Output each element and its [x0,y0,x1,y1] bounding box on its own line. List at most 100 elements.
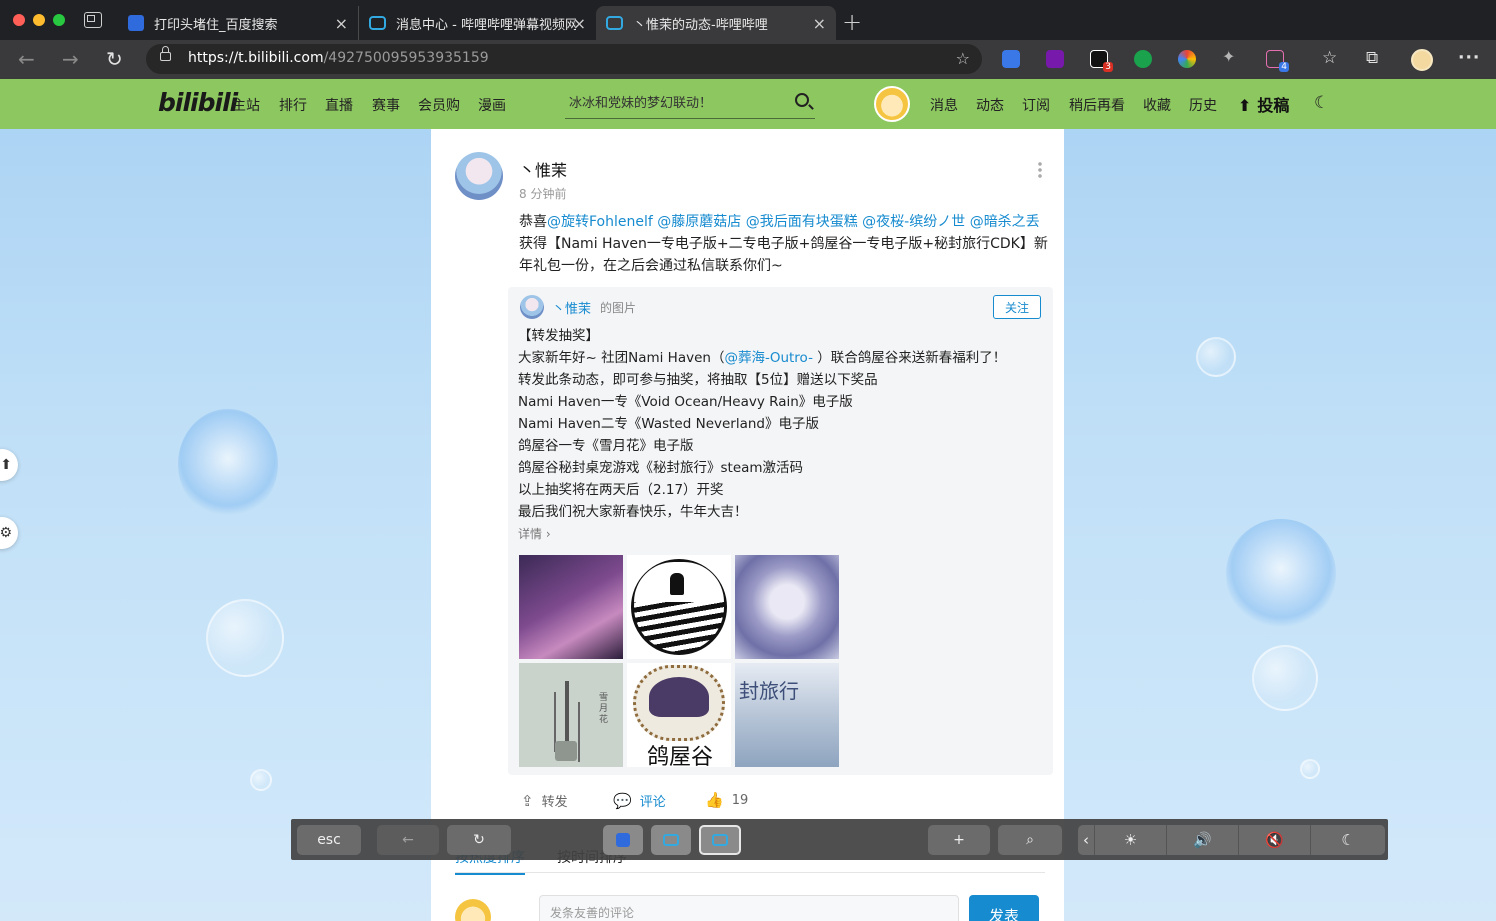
mention-link[interactable]: @藤原蘑菇店 [657,214,741,230]
nav-item-home[interactable]: 主站 [232,95,260,115]
tab-message-center[interactable]: 消息中心 - 哔哩哔哩弹幕视频网 × [358,6,596,40]
new-tab-button[interactable]: + [842,8,862,36]
mention-link[interactable]: @暗杀之丢 [970,214,1040,230]
back-key[interactable]: ← [377,825,439,855]
comment-button[interactable]: 💬 评论 [613,791,666,811]
color-extension-icon[interactable] [1178,50,1196,68]
image-thumbnail[interactable] [519,555,623,659]
send-comment-button[interactable]: 发表 [969,895,1039,921]
back-button[interactable]: ← [18,47,35,71]
collapse-strip-icon[interactable]: ‹ [1078,825,1094,855]
nav-item-favorites[interactable]: 收藏 [1143,95,1171,115]
search-key[interactable]: ⌕ [998,825,1062,855]
close-tab-icon[interactable]: × [813,14,826,33]
maximize-window-button[interactable] [53,14,65,26]
nav-item-esports[interactable]: 赛事 [372,95,400,115]
more-menu-icon[interactable]: ··· [1458,48,1480,68]
search-icon[interactable] [795,93,809,107]
add-favorite-icon[interactable]: ☆ [956,49,970,68]
repost-type-label: 的图片 [600,301,637,315]
image-thumbnail[interactable]: 鸽屋谷 [627,663,731,767]
dynamic-card: 丶惟茉 8 分钟前 恭喜@旋转Fohlenelf @藤原蘑菇店 @我后面有块蛋糕… [431,129,1064,921]
mascot-right-decoration [1226,519,1336,629]
touch-bar: esc ← ↻ + ⌕ ‹ ☀ 🔊 🔇 ☾ [291,819,1388,860]
nav-item-shop[interactable]: 会员购 [418,95,460,115]
address-bar[interactable]: https://t.bilibili.com/49275009595393515… [146,44,982,74]
mute-icon[interactable]: 🔇 [1238,825,1310,855]
author-name[interactable]: 丶惟茉 [519,157,567,181]
bubble-decoration [1300,759,1320,779]
reposted-content[interactable]: 丶惟茉 的图片 关注 【转发抽奖】 大家新年好~ 社团Nami Haven（@葬… [508,287,1053,775]
minimize-window-button[interactable] [33,14,45,26]
profile-avatar[interactable] [1411,49,1433,71]
reload-key[interactable]: ↻ [447,825,511,855]
nav-item-subscriptions[interactable]: 订阅 [1022,95,1050,115]
new-tab-key[interactable]: + [928,825,990,855]
close-tab-icon[interactable]: × [573,14,586,33]
repost-button[interactable]: ⇪ 转发 [521,791,568,811]
dark-mode-icon[interactable]: ☾ [1314,93,1329,113]
side-float-button[interactable]: ⬆ [0,449,18,481]
mention-link[interactable]: @葬海-Outro- [724,350,812,366]
bilibili-nav-bar: bilibili 主站 排行 直播 赛事 会员购 漫画 消息 动态 订阅 稍后再… [0,79,1496,129]
mention-link[interactable]: @旋转Fohlenelf [547,214,653,230]
mention-link[interactable]: @我后面有块蛋糕 [746,214,858,230]
puzzle-extension-icon[interactable]: ✦ [1222,47,1240,66]
settings-float-button[interactable]: ⚙ [0,517,18,549]
tv-extension-icon[interactable]: 3 [1090,50,1113,72]
reload-button[interactable]: ↻ [106,47,123,71]
cat-extension-icon[interactable]: 4 [1266,50,1289,72]
follow-button[interactable]: 关注 [993,295,1041,319]
mascot-left-decoration [178,409,278,519]
user-avatar[interactable] [874,86,910,122]
bilibili-logo[interactable]: bilibili [158,88,238,117]
tab-dynamic[interactable]: 丶惟茉的动态-哔哩哔哩 × [596,6,836,40]
thumbs-up-icon: 👍 [705,791,724,809]
like-button[interactable]: 👍 19 [705,791,748,809]
nav-item-messages[interactable]: 消息 [930,95,958,115]
more-options-icon[interactable] [1038,161,1042,179]
nav-item-manga[interactable]: 漫画 [478,95,506,115]
brightness-icon[interactable]: ☀ [1094,825,1166,855]
control-strip: ‹ ☀ 🔊 🔇 ☾ [1078,825,1385,855]
image-thumbnail[interactable] [735,555,839,659]
comment-input[interactable]: 发条友善的评论 [539,895,959,921]
forward-button[interactable]: → [62,47,79,71]
tab-title: 丶惟茉的动态-哔哩哔哩 [633,17,768,33]
nav-item-live[interactable]: 直播 [325,95,353,115]
browser-toolbar: ← → ↻ https://t.bilibili.com/49275009595… [0,40,1496,79]
image-thumbnail[interactable] [627,555,731,659]
my-avatar [455,899,491,921]
baidu-icon [616,833,630,847]
tab-actions-icon[interactable] [84,12,102,28]
volume-icon[interactable]: 🔊 [1166,825,1238,855]
n-extension-icon[interactable] [1134,50,1152,68]
mention-link[interactable]: @夜桜-缤纷ノ世 [862,214,965,230]
search-input[interactable] [565,89,780,117]
favorites-icon[interactable]: ☆ [1322,48,1337,68]
close-window-button[interactable] [13,14,25,26]
image-thumbnail[interactable]: 封旅行 [735,663,839,767]
esc-key[interactable]: esc [297,825,361,855]
repost-author-avatar[interactable] [520,295,544,319]
nav-item-history[interactable]: 历史 [1189,95,1217,115]
detail-link[interactable]: 详情 › [518,525,551,542]
nav-item-dynamic[interactable]: 动态 [976,95,1004,115]
tab-baidu-search[interactable]: 打印头堵住_百度搜索 × [118,6,358,40]
tab-switch-bilibili-active[interactable] [699,825,741,855]
nav-item-ranking[interactable]: 排行 [279,95,307,115]
tab-switch-baidu[interactable] [603,825,643,855]
translate-extension-icon[interactable] [1002,50,1020,68]
nav-item-watch-later[interactable]: 稍后再看 [1069,95,1125,115]
image-thumbnail[interactable]: 雪月花 [519,663,623,767]
close-tab-icon[interactable]: × [335,14,348,33]
search-bar [565,89,815,119]
upload-button[interactable]: ⬆ 投稿 [1238,92,1289,116]
tab-switch-bilibili[interactable] [651,825,691,855]
onenote-extension-icon[interactable] [1046,50,1064,68]
collections-icon[interactable]: ⧉ [1366,48,1378,68]
share-icon: ⇪ [521,791,534,810]
author-avatar[interactable] [455,152,503,200]
repost-author-name[interactable]: 丶惟茉 [552,298,591,317]
dark-mode-icon[interactable]: ☾ [1310,825,1385,855]
